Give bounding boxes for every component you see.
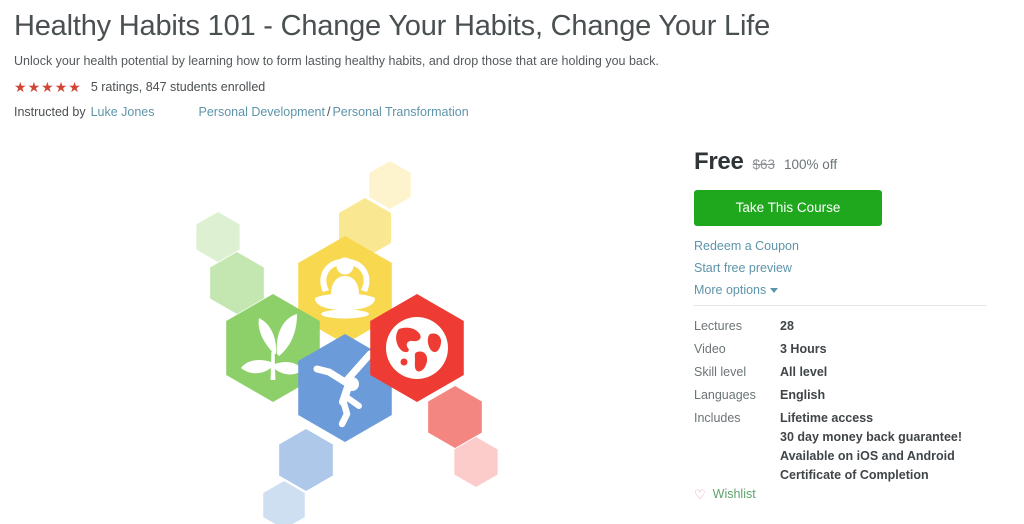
course-artwork [185,155,515,524]
price-row: Free $63 100% off [694,148,986,176]
detail-key: Video [694,342,726,356]
chevron-down-icon [770,288,779,294]
category-separator: / [326,104,331,119]
sidebar-link-start-free-preview[interactable]: Start free preview [694,261,986,275]
globe-icon [386,317,448,379]
sidebar-link-label: Redeem a Coupon [694,239,799,253]
current-price: Free [694,148,744,175]
category-primary-link[interactable]: Personal Development [199,105,325,119]
detail-key: Languages [694,388,756,402]
detail-key: Lectures [694,319,742,333]
detail-value: 3 Hours [780,342,827,356]
detail-value: Lifetime access 30 day money back guarant… [780,411,962,482]
detail-value-line: All level [780,365,828,379]
detail-row: Skill level All level [694,365,986,379]
wishlist-label: Wishlist [712,487,756,501]
original-price: $63 [752,157,776,172]
hexagon-shape [279,429,333,491]
star-icon: ★ [68,78,81,95]
category-secondary-link[interactable]: Personal Transformation [332,105,468,119]
sidebar-divider [694,305,986,306]
detail-value: All level [780,365,827,379]
hexagon-cluster-svg [196,161,498,524]
sidebar-link-redeem-a-coupon[interactable]: Redeem a Coupon [694,239,986,253]
hexagon-mid-blue-lower [279,429,333,491]
category-breadcrumb: Personal Development / Personal Transforma… [199,105,469,119]
hexagon-shape [369,161,411,209]
instructor-row: Instructed by Luke Jones Personal Develo… [14,105,844,119]
detail-value-line: Lifetime access [780,411,874,425]
star-icon: ★ [41,78,54,95]
heart-outline-icon: ♡ [694,486,706,502]
detail-value-line: English [780,388,826,402]
purchase-sidebar: Free $63 100% off Take This Course Redee… [694,148,986,491]
star-rating: ★ ★ ★ ★ ★ [14,80,81,94]
detail-row: Lectures 28 [694,319,986,333]
page-title: Healthy Habits 101 - Change Your Habits,… [14,10,771,42]
detail-value-line: 3 Hours [780,342,827,356]
course-subtitle: Unlock your health potential by learning… [14,54,659,69]
rating-text: 5 ratings, 847 students enrolled [90,79,266,94]
detail-value-line: Available on iOS and Android [780,449,955,463]
take-this-course-button[interactable]: Take This Course [694,190,882,226]
detail-value: 28 [780,319,794,333]
discount-label: 100% off [784,157,838,172]
hexagon-shape [263,481,305,524]
course-header: Healthy Habits 101 - Change Your Habits,… [14,8,844,119]
instructor-link[interactable]: Luke Jones [91,105,155,119]
sidebar-link-more-options[interactable]: More options [694,283,986,297]
hexagon-pale-blue-lower [263,481,305,524]
detail-row: Includes Lifetime access 30 day money back… [694,411,986,482]
star-icon: ★ [14,78,27,95]
detail-value: English [780,388,825,402]
hexagon-pale-yellow-top [369,161,411,209]
course-details-list: Lectures 28 Video 3 Hours Skill level All lev… [694,319,986,482]
detail-value-line: Certificate of Completion [780,468,929,482]
detail-value-line: 30 day money back guarantee! [780,430,963,444]
detail-value-line: 28 [780,319,794,333]
detail-key: Includes [694,411,741,425]
detail-row: Languages English [694,388,986,402]
instructed-by-label: Instructed by [14,104,86,119]
sidebar-links: Redeem a Coupon Start free preview More op… [694,239,986,297]
sidebar-link-label: Start free preview [694,261,792,275]
detail-row: Video 3 Hours [694,342,986,356]
detail-key: Skill level [694,365,747,379]
rating-row: ★ ★ ★ ★ ★ 5 ratings, 847 students enrolled [14,80,844,94]
star-icon: ★ [54,78,68,95]
star-icon: ★ [27,78,41,95]
sidebar-link-label: More options [694,283,767,297]
course-landing-page: Healthy Habits 101 - Change Your Habits,… [0,0,1024,524]
wishlist-button[interactable]: ♡ Wishlist [694,487,756,501]
